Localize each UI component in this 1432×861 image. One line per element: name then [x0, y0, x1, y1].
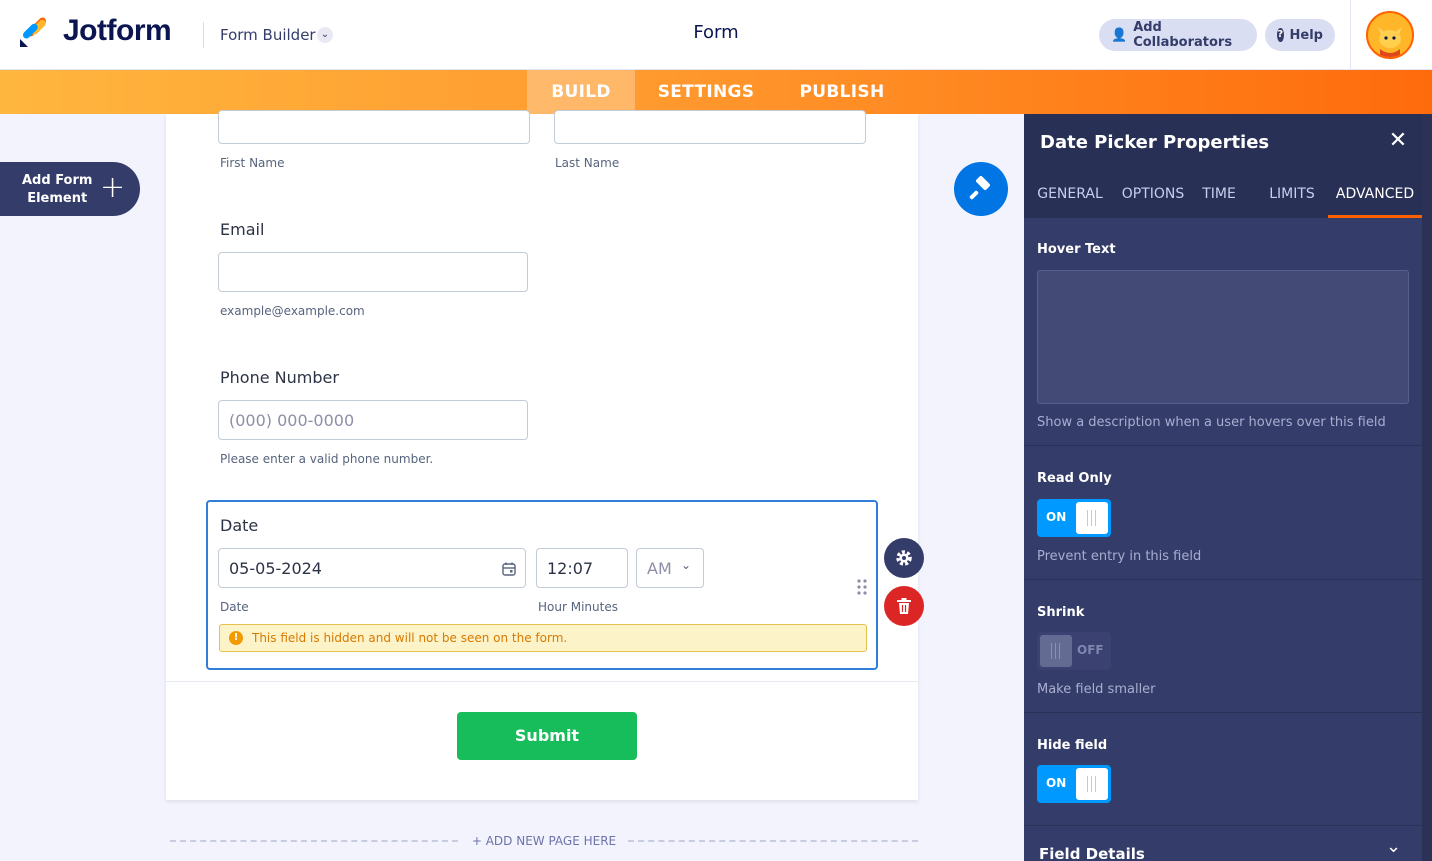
- hide-field-state: ON: [1046, 776, 1067, 790]
- ampm-value: AM: [647, 558, 672, 578]
- help-label: Help: [1289, 27, 1323, 43]
- time-input[interactable]: 12:07: [536, 548, 628, 588]
- help-button[interactable]: ? Help: [1265, 19, 1335, 51]
- panel-tabs: GENERAL OPTIONS TIME LIMITS ADVANCED: [1024, 170, 1432, 218]
- calendar-icon[interactable]: [501, 561, 517, 577]
- read-only-state: ON: [1046, 510, 1067, 524]
- chevron-down-icon: ⌄: [681, 558, 692, 572]
- read-only-title: Read Only: [1037, 471, 1112, 486]
- date-value: 05-05-2024: [229, 558, 322, 578]
- paint-roller-icon: [969, 176, 990, 200]
- tab-build[interactable]: BUILD: [527, 70, 635, 114]
- tab-advanced[interactable]: ADVANCED: [1328, 170, 1422, 218]
- tab-limits[interactable]: LIMITS: [1262, 170, 1322, 218]
- question-icon: ?: [1277, 28, 1284, 42]
- add-form-element-button[interactable]: Add Form Element +: [0, 162, 140, 216]
- read-only-desc: Prevent entry in this field: [1037, 549, 1202, 564]
- date-label[interactable]: Date: [220, 516, 258, 535]
- date-input[interactable]: 05-05-2024: [218, 548, 526, 588]
- hide-field-title: Hide field: [1037, 738, 1108, 753]
- add-form-element-label: Add Form Element: [22, 172, 92, 208]
- last-name-sublabel: Last Name: [555, 156, 620, 170]
- shrink-desc: Make field smaller: [1037, 682, 1156, 697]
- builder-nav: BUILD SETTINGS PUBLISH: [0, 70, 1432, 114]
- time-sublabel: Hour Minutes: [538, 600, 618, 614]
- cat-avatar-icon: [1368, 13, 1412, 57]
- form-designer-button[interactable]: [954, 162, 1008, 216]
- ampm-select[interactable]: AM ⌄: [636, 548, 704, 588]
- tab-settings[interactable]: SETTINGS: [646, 70, 766, 114]
- submit-divider: [166, 681, 918, 682]
- user-icon: 👤: [1111, 27, 1128, 43]
- brand-name[interactable]: Jotform: [63, 14, 172, 48]
- add-form-element-label-line2: Element: [27, 191, 88, 206]
- time-value: 12:07: [547, 558, 594, 578]
- hover-text-desc: Show a description when a user hovers ov…: [1037, 415, 1386, 430]
- chevron-down-icon[interactable]: ⌄: [1386, 836, 1401, 857]
- jotform-logo-icon[interactable]: [18, 17, 50, 49]
- field-properties-button[interactable]: [884, 538, 924, 578]
- last-name-input[interactable]: [554, 110, 866, 144]
- submit-button[interactable]: Submit: [457, 712, 637, 760]
- date-sublabel: Date: [220, 600, 249, 614]
- hover-text-input[interactable]: [1037, 270, 1409, 404]
- add-new-page-label[interactable]: + ADD NEW PAGE HERE: [170, 834, 918, 848]
- first-name-input[interactable]: [218, 110, 530, 144]
- delete-field-button[interactable]: [884, 586, 924, 626]
- toggle-knob: [1040, 635, 1072, 667]
- form-canvas: First Name Last Name Email example@examp…: [166, 110, 918, 800]
- toggle-knob: [1076, 768, 1108, 800]
- header-divider: [203, 22, 204, 48]
- hidden-field-warning: ! This field is hidden and will not be s…: [219, 624, 867, 652]
- add-collaborators-button[interactable]: 👤 Add Collaborators: [1099, 19, 1257, 51]
- plus-icon: +: [100, 170, 126, 205]
- hidden-warning-text: This field is hidden and will not be see…: [252, 631, 568, 645]
- panel-header: Date Picker Properties ✕: [1024, 114, 1432, 170]
- email-input[interactable]: [218, 252, 528, 292]
- phone-input[interactable]: (000) 000-0000: [218, 400, 528, 440]
- avatar[interactable]: [1366, 11, 1414, 59]
- email-label[interactable]: Email: [220, 220, 264, 239]
- form-builder-dropdown[interactable]: Form Builder: [220, 26, 316, 44]
- warning-icon: !: [229, 631, 243, 645]
- shrink-toggle[interactable]: OFF: [1037, 632, 1111, 670]
- add-new-page[interactable]: + ADD NEW PAGE HERE: [170, 832, 918, 852]
- header-separator: [1350, 0, 1351, 70]
- add-form-element-label-line1: Add Form: [22, 173, 93, 188]
- gear-icon: [896, 550, 912, 566]
- phone-sublabel: Please enter a valid phone number.: [220, 452, 434, 466]
- hover-text-title: Hover Text: [1037, 242, 1116, 257]
- tab-publish[interactable]: PUBLISH: [790, 70, 894, 114]
- toggle-knob: [1076, 502, 1108, 534]
- panel-title: Date Picker Properties: [1040, 132, 1270, 153]
- field-details-title[interactable]: Field Details: [1039, 845, 1145, 861]
- panel-scrollbar[interactable]: [1422, 114, 1432, 861]
- shrink-title: Shrink: [1037, 605, 1085, 620]
- properties-panel: Date Picker Properties ✕ GENERAL OPTIONS…: [1024, 114, 1432, 861]
- date-field-selected[interactable]: Date 05-05-2024 12:07 AM ⌄ Date Hour Min…: [206, 500, 878, 670]
- email-sublabel: example@example.com: [220, 304, 365, 318]
- tab-options[interactable]: OPTIONS: [1110, 170, 1196, 218]
- chevron-down-icon[interactable]: ⌄: [317, 27, 333, 43]
- drag-handle-icon[interactable]: [856, 578, 868, 596]
- tab-time[interactable]: TIME: [1196, 170, 1242, 218]
- trash-icon: [897, 598, 911, 614]
- hide-field-toggle[interactable]: ON: [1037, 765, 1111, 803]
- add-collaborators-label: Add Collaborators: [1133, 20, 1233, 50]
- phone-label[interactable]: Phone Number: [220, 368, 339, 387]
- shrink-state: OFF: [1077, 643, 1104, 657]
- top-bar: Jotform Form Builder ⌄ Form 👤 Add Collab…: [0, 0, 1432, 70]
- tab-general[interactable]: GENERAL: [1030, 170, 1110, 218]
- first-name-sublabel: First Name: [220, 156, 285, 170]
- phone-placeholder: (000) 000-0000: [229, 410, 355, 430]
- read-only-toggle[interactable]: ON: [1037, 499, 1111, 537]
- close-icon[interactable]: ✕: [1386, 128, 1410, 154]
